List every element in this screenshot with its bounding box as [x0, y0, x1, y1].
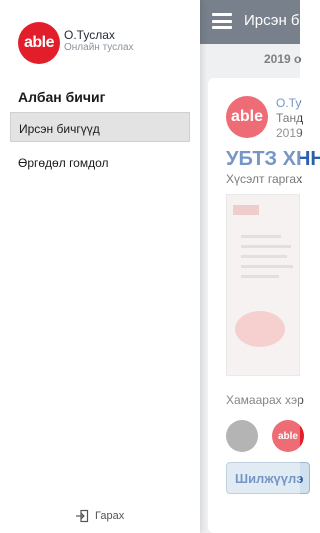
logout-label: Гарах — [95, 510, 125, 522]
drawer-item-complaints[interactable]: Өргөдөл гомдол — [10, 147, 190, 177]
section-title: Албан бичиг — [18, 89, 106, 105]
navigation-drawer: able О.Туслах Онлайн туслах Албан бичиг … — [0, 0, 200, 533]
app-subtitle: Онлайн туслах — [64, 42, 134, 53]
app-logo: able — [18, 22, 60, 64]
logout-button[interactable]: Гарах — [75, 509, 124, 523]
logout-icon — [76, 509, 89, 523]
drawer-scrim[interactable] — [200, 0, 300, 533]
drawer-item-incoming-letters[interactable]: Ирсэн бичгүүд — [10, 112, 190, 142]
app-name: О.Туслах — [64, 28, 115, 42]
